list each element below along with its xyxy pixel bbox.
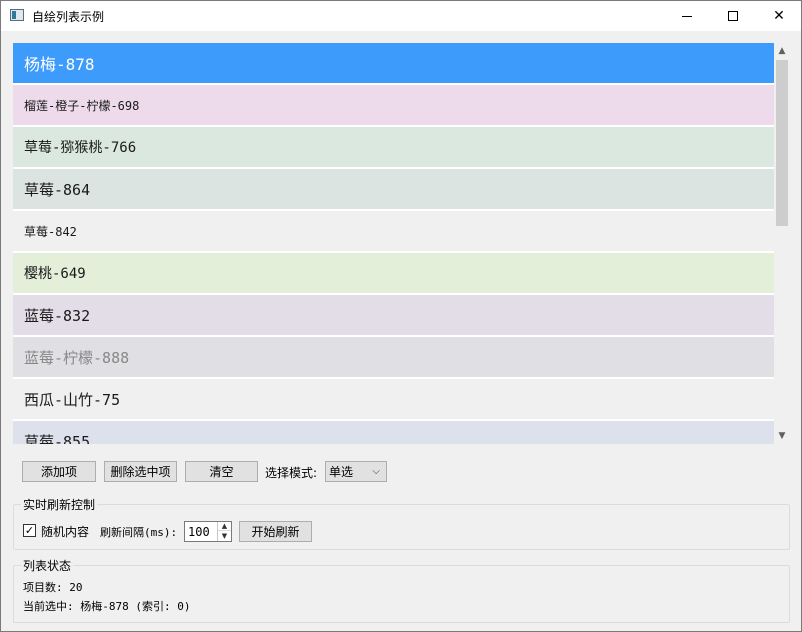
custom-list[interactable]: 杨梅-878 榴莲-橙子-柠檬-698 草莓-猕猴桃-766 草莓-864 草莓-842… — [13, 43, 790, 444]
selection-mode-label: 选择模式: — [265, 466, 318, 480]
maximize-icon — [728, 11, 738, 21]
close-icon: ✕ — [773, 8, 785, 24]
list-scrollbar[interactable]: ▲ ▼ — [774, 43, 790, 444]
list-item[interactable]: 蓝莓-柠檬-888 — [13, 337, 774, 377]
list-viewport: 杨梅-878 榴莲-橙子-柠檬-698 草莓-猕猴桃-766 草莓-864 草莓-842… — [13, 43, 774, 444]
delete-selected-button[interactable]: 删除选中项 — [104, 461, 177, 482]
list-item[interactable]: 草莓-842 — [13, 211, 774, 251]
scroll-down-icon[interactable]: ▼ — [774, 428, 790, 444]
minimize-icon — [682, 15, 692, 17]
item-count-text: 项目数: 20 — [23, 581, 83, 594]
list-item[interactable]: 草莓-猕猴桃-766 — [13, 127, 774, 167]
list-item-selected[interactable]: 杨梅-878 — [13, 43, 774, 83]
random-content-checkbox[interactable]: ✓ — [23, 524, 36, 537]
spin-up-icon[interactable]: ▲ — [218, 522, 231, 531]
refresh-group-title: 实时刷新控制 — [21, 496, 98, 513]
checkmark-icon: ✓ — [24, 524, 35, 537]
list-status-group — [13, 565, 790, 623]
refresh-interval-label: 刷新间隔(ms): — [100, 526, 178, 539]
add-item-button[interactable]: 添加项 — [22, 461, 96, 482]
list-item[interactable]: 草莓-855 — [13, 421, 774, 444]
selection-mode-select[interactable]: 单选 ⌵ — [325, 461, 387, 482]
refresh-interval-value: 100 — [188, 525, 210, 539]
status-group-title: 列表状态 — [21, 557, 74, 574]
list-item[interactable]: 草莓-864 — [13, 169, 774, 209]
clear-button[interactable]: 清空 — [185, 461, 258, 482]
app-window: 自绘列表示例 ✕ 杨梅-878 榴莲-橙子-柠檬-698 草莓-猕猴桃-766 草莓-… — [0, 0, 802, 632]
chevron-down-icon: ⌵ — [372, 466, 380, 477]
list-item[interactable]: 西瓜-山竹-75 — [13, 379, 774, 419]
random-content-label: 随机内容 — [41, 525, 90, 539]
list-item[interactable]: 蓝莓-832 — [13, 295, 774, 335]
refresh-interval-spinbox[interactable]: 100 ▲ ▼ — [184, 521, 232, 542]
window-title: 自绘列表示例 — [32, 10, 105, 24]
app-icon — [10, 9, 24, 21]
selection-mode-value: 单选 — [329, 465, 354, 479]
title-bar: 自绘列表示例 ✕ — [1, 1, 801, 31]
close-button[interactable]: ✕ — [756, 1, 802, 31]
maximize-button[interactable] — [710, 1, 756, 31]
current-selection-text: 当前选中: 杨梅-878 (索引: 0) — [23, 600, 191, 613]
list-item[interactable]: 榴莲-橙子-柠檬-698 — [13, 85, 774, 125]
spin-down-icon[interactable]: ▼ — [218, 531, 231, 540]
scroll-thumb[interactable] — [776, 60, 788, 226]
start-refresh-button[interactable]: 开始刷新 — [239, 521, 312, 542]
spin-buttons: ▲ ▼ — [217, 522, 231, 541]
scroll-up-icon[interactable]: ▲ — [774, 43, 790, 59]
list-item[interactable]: 樱桃-649 — [13, 253, 774, 293]
minimize-button[interactable] — [664, 1, 710, 31]
